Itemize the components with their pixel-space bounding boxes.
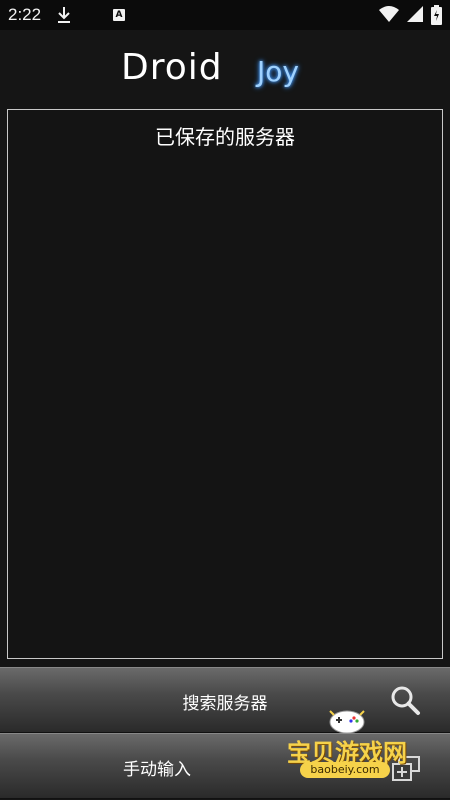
logo-joy-text: Joy [257,55,299,88]
watermark: 宝贝游戏网 baobeiy.com [274,705,420,785]
watermark-url: baobeiy.com [300,762,390,778]
logo-droid-text: Droid [121,47,223,88]
a-notification-icon: A [113,9,125,21]
saved-servers-title: 已保存的服务器 [155,125,295,149]
app-logo: Droid Joy [0,30,450,108]
gamepad-mascot-icon [329,710,365,734]
status-icons [377,5,442,25]
status-bar: 2:22 A [0,0,450,30]
saved-servers-panel: 已保存的服务器 [7,109,443,659]
status-time: 2:22 [8,5,42,24]
battery-icon [431,5,442,25]
signal-icon [406,6,423,22]
wifi-icon [378,6,399,22]
download-icon [58,7,70,23]
